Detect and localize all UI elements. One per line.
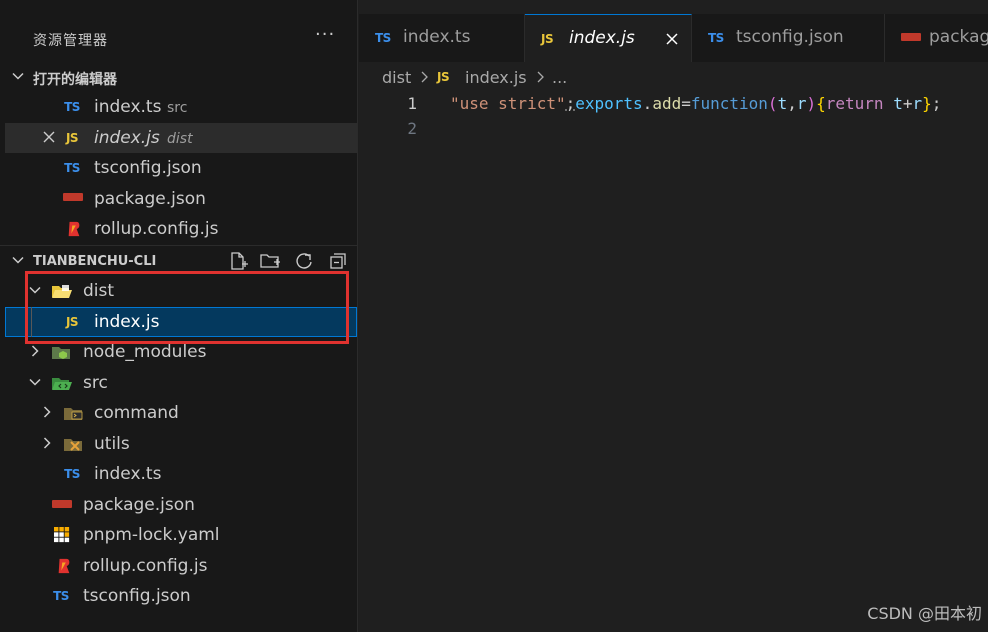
chevron-right-icon xyxy=(31,345,39,357)
breadcrumb-file[interactable]: index.js xyxy=(465,68,527,87)
tree-item-name: node_modules xyxy=(83,342,207,362)
close-icon[interactable] xyxy=(663,30,681,48)
line-content: "use strict";exports.add=function(t,r){r… xyxy=(450,94,942,113)
tree-folder-utils[interactable]: utils xyxy=(5,429,357,459)
code-line[interactable]: 2 xyxy=(359,117,988,142)
chevron-down-icon xyxy=(12,256,24,264)
tree-item-name: tsconfig.json xyxy=(83,586,191,606)
explorer-title: 资源管理器 xyxy=(33,33,108,49)
project-label: TIANBENCHU-CLI xyxy=(33,254,157,269)
open-editors-section-header[interactable]: 打开的编辑器 xyxy=(0,62,357,92)
open-editor-item[interactable]: TS index.ts src xyxy=(5,92,357,122)
tree-file-rollup-config[interactable]: rollup.config.js xyxy=(5,551,357,581)
open-editor-name: package.json xyxy=(94,189,206,209)
chevron-right-icon xyxy=(43,406,51,418)
open-editor-desc: src xyxy=(167,100,188,116)
tree-file-index-ts[interactable]: TS index.ts xyxy=(5,459,357,489)
chevron-right-icon xyxy=(421,71,428,83)
code-line[interactable]: 1 "use strict";exports.add=function(t,r)… xyxy=(359,92,988,117)
tree-folder-src[interactable]: src xyxy=(5,368,357,398)
npm-file-icon xyxy=(63,193,83,201)
csdn-watermark: CSDN @田本初 xyxy=(867,604,982,623)
utils-folder-icon xyxy=(64,439,82,451)
tab-index-ts[interactable]: TS index.ts xyxy=(359,14,525,62)
tree-file-pnpm-lock[interactable]: pnpm-lock.yaml xyxy=(5,520,357,550)
more-actions-icon[interactable]: ··· xyxy=(315,24,335,45)
editor-area: TS index.ts JS index.js TS tsconfig.json… xyxy=(359,0,988,632)
tree-item-name: package.json xyxy=(83,495,195,515)
chevron-down-icon xyxy=(29,378,41,386)
tab-label: tsconfig.json xyxy=(736,27,844,47)
javascript-file-icon: JS xyxy=(541,32,554,46)
tree-file-package-json[interactable]: package.json xyxy=(5,490,357,520)
open-editor-name: index.ts xyxy=(94,97,162,117)
open-editor-item[interactable]: rollup.config.js xyxy=(5,214,357,244)
tree-file-tsconfig[interactable]: TS tsconfig.json xyxy=(5,581,357,611)
open-editor-desc: dist xyxy=(167,131,193,147)
tab-index-js[interactable]: JS index.js xyxy=(525,14,692,62)
open-editor-name: tsconfig.json xyxy=(94,158,202,178)
tree-item-name: command xyxy=(94,403,179,423)
typescript-file-icon: TS xyxy=(64,100,80,114)
tab-label: index.js xyxy=(569,28,635,48)
src-folder-icon xyxy=(52,378,72,390)
tree-item-name: src xyxy=(83,373,108,393)
line-number: 1 xyxy=(407,94,417,113)
close-icon[interactable] xyxy=(41,129,57,145)
command-folder-icon xyxy=(64,408,83,420)
breadcrumb-symbols[interactable]: ... xyxy=(552,68,567,87)
chevron-right-icon xyxy=(43,437,51,449)
line-number: 2 xyxy=(407,119,417,138)
node-modules-folder-icon xyxy=(52,347,70,359)
tree-file-index-js[interactable]: JS index.js xyxy=(5,307,357,337)
chevron-down-icon xyxy=(12,72,24,80)
tree-folder-dist[interactable]: dist xyxy=(5,276,357,306)
tab-label: packag xyxy=(929,27,988,47)
tree-folder-command[interactable]: command xyxy=(5,398,357,428)
explorer-sidebar: 资源管理器 ··· 打开的编辑器 TS index.ts src JS inde… xyxy=(0,0,358,632)
chevron-right-icon xyxy=(537,71,544,83)
tree-folder-node-modules[interactable]: node_modules xyxy=(5,337,357,367)
tab-tsconfig-json[interactable]: TS tsconfig.json xyxy=(692,14,885,62)
npm-file-icon xyxy=(901,33,921,41)
open-editor-item-active[interactable]: JS index.js dist xyxy=(5,123,357,153)
new-file-icon[interactable] xyxy=(227,250,249,272)
open-editor-item[interactable]: TS tsconfig.json xyxy=(5,153,357,183)
typescript-file-icon: TS xyxy=(375,31,391,45)
rollup-file-icon xyxy=(58,558,70,574)
tab-bar: TS index.ts JS index.js TS tsconfig.json… xyxy=(359,14,988,62)
tab-label: index.ts xyxy=(403,27,471,47)
tree-item-name: index.ts xyxy=(94,464,162,484)
open-editor-item[interactable]: package.json xyxy=(5,184,357,214)
typescript-file-icon: TS xyxy=(64,467,80,481)
tab-package-json[interactable]: packag xyxy=(885,14,988,62)
breadcrumb-folder[interactable]: dist xyxy=(382,68,411,87)
tree-item-name: index.js xyxy=(94,312,160,332)
tsconfig-file-icon: TS xyxy=(708,31,724,45)
indent-guide xyxy=(31,307,32,337)
project-section-header[interactable]: TIANBENCHU-CLI xyxy=(0,245,357,275)
rollup-file-icon xyxy=(68,221,80,237)
tree-item-name: dist xyxy=(83,281,115,301)
tree-item-name: rollup.config.js xyxy=(83,556,208,576)
tsconfig-file-icon: TS xyxy=(53,589,69,603)
explorer-header: 资源管理器 ··· xyxy=(0,14,357,62)
refresh-icon[interactable] xyxy=(293,250,315,272)
open-editors-label: 打开的编辑器 xyxy=(33,72,117,88)
pnpm-file-icon xyxy=(54,527,70,543)
javascript-file-icon: JS xyxy=(65,315,79,329)
breadcrumb: dist JS index.js ... xyxy=(359,62,988,92)
javascript-file-icon: JS xyxy=(437,70,450,84)
collapse-all-icon[interactable] xyxy=(327,250,349,272)
new-folder-icon[interactable] xyxy=(259,250,281,272)
javascript-file-icon: JS xyxy=(65,131,79,145)
tree-item-name: utils xyxy=(94,434,130,454)
tree-item-name: pnpm-lock.yaml xyxy=(83,525,220,545)
folder-open-icon xyxy=(52,285,72,298)
chevron-down-icon xyxy=(29,286,41,294)
tsconfig-file-icon: TS xyxy=(64,161,80,175)
npm-file-icon xyxy=(52,500,72,508)
open-editor-name: index.js xyxy=(94,128,160,148)
open-editor-name: rollup.config.js xyxy=(94,219,219,239)
